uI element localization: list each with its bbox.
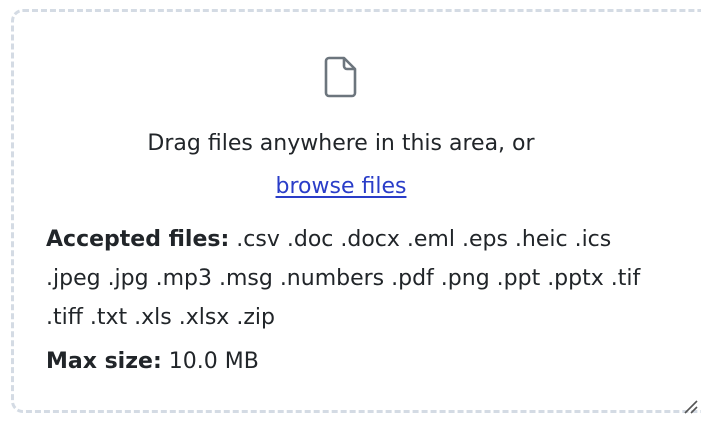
accepted-files-info: Accepted files: .csv .doc .docx .eml .ep… xyxy=(46,220,661,337)
max-size-label: Max size: xyxy=(46,349,162,374)
accepted-files-label: Accepted files: xyxy=(46,227,230,252)
resize-grip-icon[interactable] xyxy=(682,398,698,414)
drag-instructions: Drag files anywhere in this area, or xyxy=(147,131,535,156)
max-size-info: Max size: 10.0 MB xyxy=(46,345,259,379)
file-icon xyxy=(324,56,357,98)
browse-files-label[interactable]: browse files xyxy=(276,174,407,199)
browse-files-link[interactable]: browse files xyxy=(0,170,682,204)
max-size-value: 10.0 MB xyxy=(168,349,259,374)
